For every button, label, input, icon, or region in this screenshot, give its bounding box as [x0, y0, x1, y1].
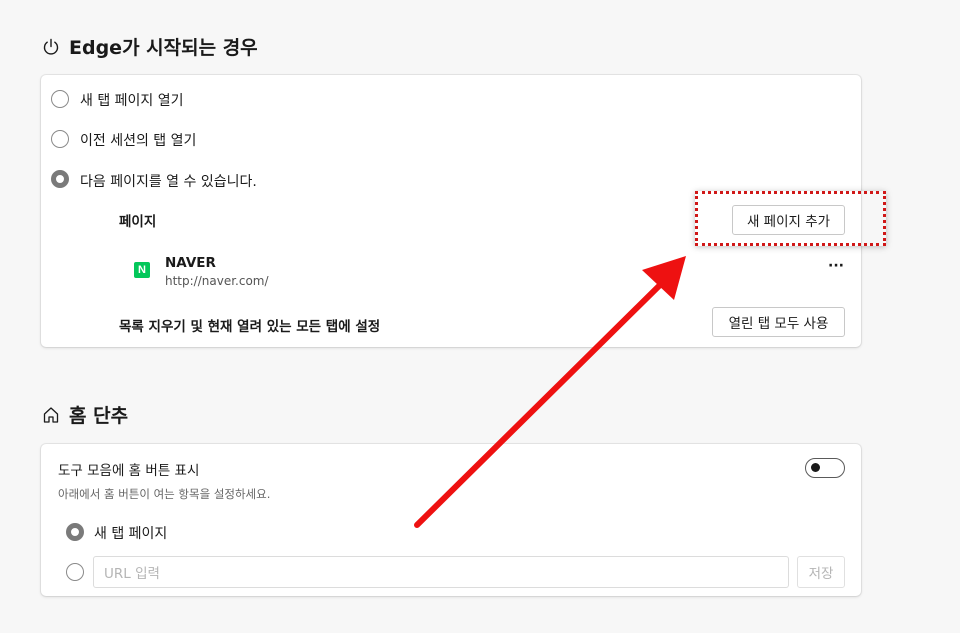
naver-favicon-icon: N: [134, 262, 150, 278]
radio-home-url[interactable]: [66, 563, 84, 581]
radio-home-new-tab-label: 새 탭 페이지: [94, 526, 168, 542]
highlight-box: [695, 191, 886, 246]
clear-list-label: 목록 지우기 및 현재 열려 있는 모든 탭에 설정: [119, 319, 381, 335]
radio-specific-pages[interactable]: [51, 170, 69, 188]
radio-previous-session[interactable]: [51, 130, 69, 148]
home-button-description: 아래에서 홈 버튼이 여는 항목을 설정하세요.: [58, 487, 271, 501]
power-icon: [41, 37, 61, 57]
pages-heading: 페이지: [119, 214, 157, 230]
save-button[interactable]: 저장: [797, 556, 845, 588]
home-button-toggle[interactable]: [805, 458, 845, 478]
toggle-knob: [811, 463, 820, 472]
home-icon: [41, 405, 61, 425]
home-button-toggle-label: 도구 모음에 홈 버튼 표시: [58, 463, 200, 479]
home-title-text: 홈 단추: [69, 405, 129, 427]
radio-new-tab-label: 새 탭 페이지 열기: [80, 93, 184, 109]
more-options-icon[interactable]: ···: [828, 258, 844, 274]
home-section-title: 홈 단추: [41, 401, 128, 428]
page-url: http://naver.com/: [165, 274, 269, 288]
radio-previous-session-label: 이전 세션의 탭 열기: [80, 133, 197, 149]
page-name: NAVER: [165, 255, 216, 271]
home-card: 도구 모음에 홈 버튼 표시 아래에서 홈 버튼이 여는 항목을 설정하세요. …: [41, 444, 861, 596]
radio-home-new-tab[interactable]: [66, 523, 84, 541]
startup-title-text: Edge가 시작되는 경우: [69, 37, 258, 59]
radio-new-tab[interactable]: [51, 90, 69, 108]
startup-section-title: Edge가 시작되는 경우: [41, 33, 258, 60]
url-input[interactable]: URL 입력: [93, 556, 789, 588]
radio-specific-pages-label: 다음 페이지를 열 수 있습니다.: [80, 174, 257, 190]
use-open-tabs-button[interactable]: 열린 탭 모두 사용: [712, 307, 845, 337]
